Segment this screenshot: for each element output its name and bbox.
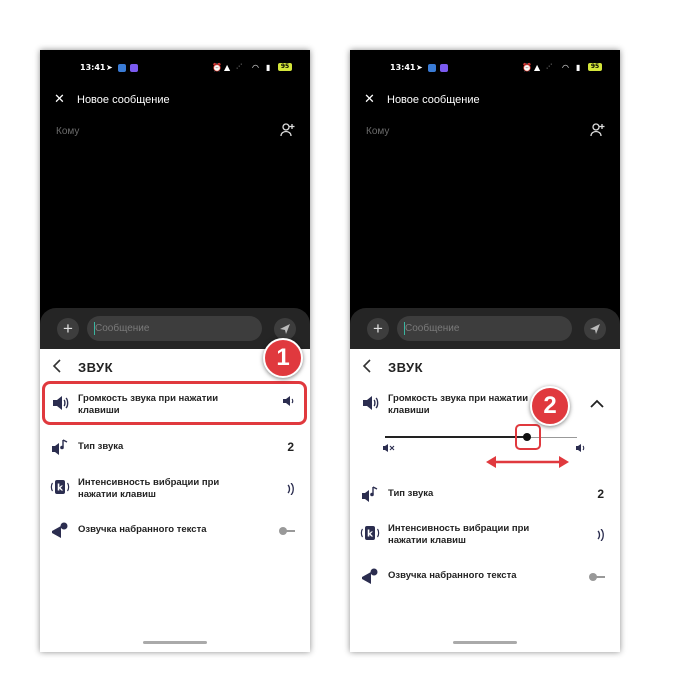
app-icon [130, 64, 138, 72]
network-speed-icon: ⋰ [236, 63, 242, 70]
close-icon[interactable]: ✕ [54, 92, 65, 106]
send-button[interactable] [274, 318, 296, 340]
setting-sound-type[interactable]: Тип звука 2 [40, 438, 310, 458]
home-indicator [453, 641, 517, 644]
megaphone-icon [362, 568, 378, 584]
setting-label: Тип звука [78, 441, 124, 452]
setting-value: 2 [287, 440, 294, 454]
back-icon[interactable] [52, 359, 62, 378]
add-attachment-button[interactable]: + [57, 318, 79, 340]
toggle-switch[interactable] [588, 572, 606, 582]
setting-label: Интенсивность вибрации при нажатии клави… [78, 477, 220, 500]
send-button[interactable] [584, 318, 606, 340]
toggle-switch[interactable] [278, 526, 296, 536]
text-cursor [94, 322, 95, 335]
telegram-icon: ➤ [416, 63, 423, 72]
setting-voice-output[interactable]: Озвучка набранного текста [40, 521, 310, 541]
music-note-icon [52, 439, 68, 455]
vibration-key-icon: k [50, 480, 70, 494]
status-bar: 13:41 ➤ ⏰ ▲ ⋰ ◠ ▮ 95 [350, 62, 620, 76]
add-contact-icon[interactable] [590, 122, 606, 143]
close-icon[interactable]: ✕ [364, 92, 375, 106]
app-icon [440, 64, 448, 72]
setting-voice-output[interactable]: Озвучка набранного текста [350, 567, 620, 587]
add-attachment-button[interactable]: + [367, 318, 389, 340]
phone-screen-right: 13:41 ➤ ⏰ ▲ ⋰ ◠ ▮ 95 ✕ Новое сообщение К… [350, 50, 620, 652]
highlight-slider-thumb [515, 424, 541, 450]
alarm-icon: ⏰ [522, 63, 532, 72]
send-icon [280, 324, 290, 334]
speaker-icon [363, 396, 379, 410]
setting-label: Тип звука [388, 488, 434, 499]
message-input[interactable] [397, 316, 572, 341]
slider-fill [385, 436, 528, 438]
cellular-icon: ▮ [576, 63, 581, 72]
sheet-title: ЗВУК [388, 360, 424, 375]
sheet-header: ЗВУК [350, 357, 620, 377]
svg-text:k: k [367, 530, 374, 540]
recipient-row: Кому [40, 122, 310, 140]
page-title: Новое сообщение [77, 94, 170, 106]
vibration-key-icon: k [360, 526, 380, 540]
header-bar: ✕ Новое сообщение [40, 92, 310, 108]
volume-mute-icon [383, 444, 395, 452]
step-badge-2: 2 [530, 386, 570, 426]
signal-icon: ▲ [534, 63, 541, 72]
setting-label: Интенсивность вибрации при нажатии клави… [388, 523, 530, 546]
recipient-row: Кому [350, 122, 620, 140]
status-bar: 13:41 ➤ ⏰ ▲ ⋰ ◠ ▮ 95 [40, 62, 310, 76]
svg-text:k: k [57, 484, 64, 494]
vibration-level-icon [287, 483, 294, 495]
signal-icon: ▲ [224, 63, 231, 72]
battery-icon: 95 [278, 63, 292, 71]
music-note-icon [362, 486, 378, 502]
battery-icon: 95 [588, 63, 602, 71]
status-time: 13:41 [80, 63, 106, 72]
app-icon [428, 64, 436, 72]
text-cursor [404, 322, 405, 335]
home-indicator [143, 641, 207, 644]
message-composer: + [350, 308, 620, 350]
wifi-icon: ◠ [562, 63, 569, 72]
highlight-volume-setting [42, 381, 307, 425]
back-icon[interactable] [362, 359, 372, 378]
telegram-icon: ➤ [106, 63, 113, 72]
step-badge-1: 1 [263, 338, 303, 378]
setting-label: Озвучка набранного текста [388, 570, 517, 581]
megaphone-icon [52, 522, 68, 538]
send-icon [590, 324, 600, 334]
alarm-icon: ⏰ [212, 63, 222, 72]
app-icon [118, 64, 126, 72]
setting-key-volume[interactable]: Громкость звука при нажатии клавиши [350, 393, 620, 419]
drag-arrow [486, 456, 569, 468]
setting-label: Громкость звука при нажатии клавиши [388, 393, 529, 416]
cellular-icon: ▮ [266, 63, 271, 72]
message-input[interactable] [87, 316, 262, 341]
network-speed-icon: ⋰ [546, 63, 552, 70]
recipient-field[interactable]: Кому [56, 126, 79, 137]
wifi-icon: ◠ [252, 63, 259, 72]
setting-sound-type[interactable]: Тип звука 2 [350, 485, 620, 505]
status-time: 13:41 [390, 63, 416, 72]
page-title: Новое сообщение [387, 94, 480, 106]
sound-settings-sheet: ЗВУК Громкость звука при нажатии клавиши… [40, 349, 310, 652]
chevron-up-icon[interactable] [590, 399, 604, 409]
sound-settings-sheet: ЗВУК Громкость звука при нажатии клавиши… [350, 349, 620, 652]
setting-vibration[interactable]: k Интенсивность вибрации при нажатии кла… [40, 477, 310, 503]
sheet-title: ЗВУК [78, 360, 114, 375]
header-bar: ✕ Новое сообщение [350, 92, 620, 108]
vibration-level-icon [597, 529, 604, 541]
recipient-field[interactable]: Кому [366, 126, 389, 137]
setting-value: 2 [597, 487, 604, 501]
setting-vibration[interactable]: k Интенсивность вибрации при нажатии кла… [350, 523, 620, 549]
add-contact-icon[interactable] [280, 122, 296, 143]
setting-label: Озвучка набранного текста [78, 524, 207, 535]
volume-max-icon [576, 444, 585, 452]
